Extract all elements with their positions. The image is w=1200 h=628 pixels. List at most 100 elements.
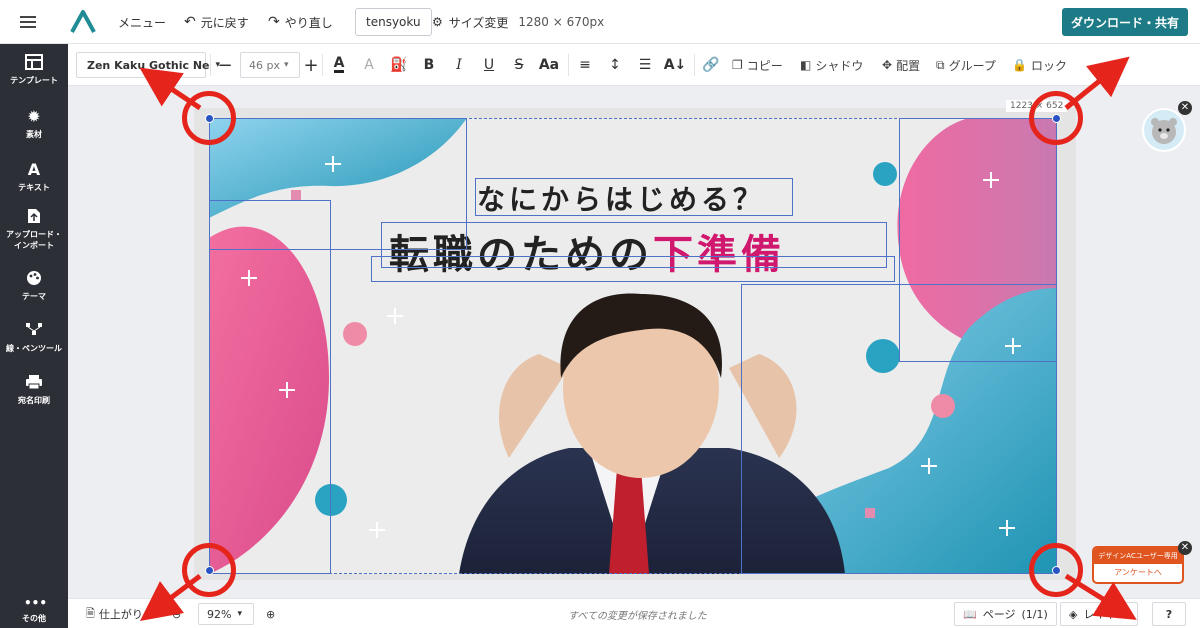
layer-button[interactable]: ◈ レイヤー: [1060, 602, 1138, 626]
redo-icon: ↷: [268, 14, 280, 30]
font-family-value: Zen Kaku Gothic Ne: [87, 58, 210, 72]
link-button[interactable]: 🔗: [700, 44, 722, 86]
list-button[interactable]: ☰: [634, 44, 656, 86]
redo-label: やり直し: [284, 15, 333, 30]
book-icon: 📖: [963, 607, 977, 621]
text-color-icon: A: [333, 55, 345, 73]
survey-header: デザインACユーザー専用: [1094, 548, 1182, 564]
annotation-ring: [1029, 543, 1083, 597]
finish-preview-button[interactable]: 🗎 仕上がり: [86, 599, 143, 628]
text-effect-button[interactable]: A: [358, 44, 380, 86]
zoom-level-select[interactable]: 92% ▾: [198, 603, 254, 625]
lock-label: ロック: [1030, 58, 1067, 73]
sidebar-item-text[interactable]: A テキスト: [0, 161, 68, 193]
zoom-out-button[interactable]: ⊖: [172, 599, 181, 628]
finish-label: 仕上がり: [98, 608, 143, 621]
file-name-field[interactable]: tensyoku: [355, 8, 432, 36]
text-icon: A: [27, 160, 41, 179]
zoom-in-icon: ⊕: [266, 607, 276, 621]
resize-label: サイズ変更: [448, 15, 509, 30]
pen-icon: [24, 322, 44, 340]
group-button[interactable]: ⧉ グループ: [936, 44, 996, 86]
close-icon[interactable]: ✕: [1178, 541, 1192, 555]
survey-popup[interactable]: デザインACユーザー専用 アンケートへ: [1092, 546, 1184, 584]
sidebar-item-label: テキスト: [18, 183, 50, 192]
download-share-button[interactable]: ダウンロード・共有: [1061, 8, 1188, 36]
menu-button[interactable]: メニュー: [118, 0, 166, 44]
text-outline-icon: A: [364, 57, 374, 73]
left-sidebar: テンプレート ✹ 素材 A テキスト アップロード・ インポート テーマ 線・ペ…: [0, 44, 68, 628]
sidebar-item-pen[interactable]: 線・ペンツール: [0, 322, 68, 354]
resize-button[interactable]: ⚙ サイズ変更 1280 × 670px: [432, 0, 604, 44]
copy-label: コピー: [746, 58, 783, 73]
chevron-down-icon: ▾: [237, 609, 242, 619]
underline-button[interactable]: U: [478, 44, 500, 86]
sidebar-item-more[interactable]: ••• その他: [0, 596, 68, 624]
group-icon: ⧉: [936, 57, 945, 72]
redo-button[interactable]: ↷ やり直し: [268, 0, 333, 44]
bold-button[interactable]: B: [418, 44, 440, 86]
arrange-button[interactable]: ✥ 配置: [882, 44, 920, 86]
zoom-in-button[interactable]: ⊕: [266, 599, 275, 628]
shadow-icon: ◧: [800, 58, 812, 72]
save-status: すべての変更が保存されました: [568, 610, 707, 622]
layer-label: レイヤー: [1083, 608, 1128, 621]
sidebar-item-label: テーマ: [22, 292, 46, 301]
sidebar-item-template[interactable]: テンプレート: [0, 54, 68, 86]
sidebar-item-upload[interactable]: アップロード・ インポート: [0, 208, 68, 251]
text-color-button[interactable]: A: [328, 44, 350, 86]
sidebar-item-address-print[interactable]: 宛名印刷: [0, 374, 68, 406]
link-icon: 🔗: [702, 57, 720, 73]
line-height-button[interactable]: ↕: [604, 44, 626, 86]
divider: [210, 54, 211, 76]
font-size-select[interactable]: 46 px ▾: [240, 52, 300, 78]
strikethrough-button[interactable]: S: [508, 44, 530, 86]
annotation-ring: [1029, 91, 1083, 145]
copy-button[interactable]: ❐ コピー: [732, 44, 783, 86]
lock-button[interactable]: 🔒 ロック: [1012, 44, 1067, 86]
canvas-dimensions: 1280 × 670px: [518, 15, 605, 29]
font-size-decrease-button[interactable]: −: [216, 44, 234, 86]
app-logo[interactable]: [70, 0, 96, 44]
divider: [568, 54, 569, 76]
text-case-button[interactable]: Aa: [538, 44, 560, 86]
font-size-increase-button[interactable]: +: [303, 44, 318, 86]
list-icon: ☰: [638, 57, 652, 73]
text-toolbar: Zen Kaku Gothic Ne ▾ − 46 px ▾ + A A ⛽ B…: [68, 44, 1200, 86]
sidebar-item-materials[interactable]: ✹ 素材: [0, 108, 68, 140]
arrange-label: 配置: [896, 58, 921, 73]
sidebar-item-label: 宛名印刷: [18, 396, 50, 405]
text-spacing-button[interactable]: A↓: [664, 44, 687, 86]
sidebar-item-label: アップロード・: [6, 230, 62, 239]
shadow-label: シャドウ: [815, 58, 864, 73]
canvas-selection-frame: [209, 118, 1057, 574]
page-label: ページ: [982, 608, 1016, 621]
align-center-button[interactable]: ≡: [574, 44, 596, 86]
survey-link[interactable]: アンケートへ: [1094, 564, 1182, 582]
sidebar-item-label: その他: [22, 614, 46, 623]
close-icon[interactable]: ✕: [1178, 101, 1192, 115]
gear-icon: ✹: [27, 107, 41, 126]
more-icon: •••: [24, 596, 48, 610]
assistant-mascot-avatar[interactable]: [1142, 108, 1186, 152]
sidebar-item-theme[interactable]: テーマ: [0, 270, 68, 302]
palette-icon: [24, 270, 44, 288]
undo-button[interactable]: ↶ 元に戻す: [184, 0, 249, 44]
workspace[interactable]: なにからはじめる？ 転職のための下準備 1223 × 652 ✕: [68, 86, 1200, 598]
hamburger-menu-icon[interactable]: [20, 0, 44, 44]
align-center-icon: ≡: [579, 57, 591, 73]
font-family-select[interactable]: Zen Kaku Gothic Ne ▾: [76, 52, 220, 78]
annotation-ring: [182, 91, 236, 145]
help-button[interactable]: ?: [1152, 602, 1186, 626]
move-icon: ✥: [882, 58, 893, 72]
fill-color-button[interactable]: ⛽: [388, 44, 410, 86]
italic-button[interactable]: I: [448, 44, 470, 86]
bottom-bar: 🗎 仕上がり ⊖ 92% ▾ ⊕ すべての変更が保存されました 📖 ページ (1…: [68, 598, 1200, 628]
sidebar-item-label: 素材: [26, 130, 42, 139]
page-button[interactable]: 📖 ページ (1/1): [954, 602, 1057, 626]
group-label: グループ: [948, 58, 996, 73]
bear-icon: [1151, 118, 1177, 144]
line-height-icon: ↕: [609, 57, 621, 73]
shadow-button[interactable]: ◧ シャドウ: [800, 44, 863, 86]
design-canvas[interactable]: なにからはじめる？ 転職のための下準備: [209, 118, 1057, 574]
